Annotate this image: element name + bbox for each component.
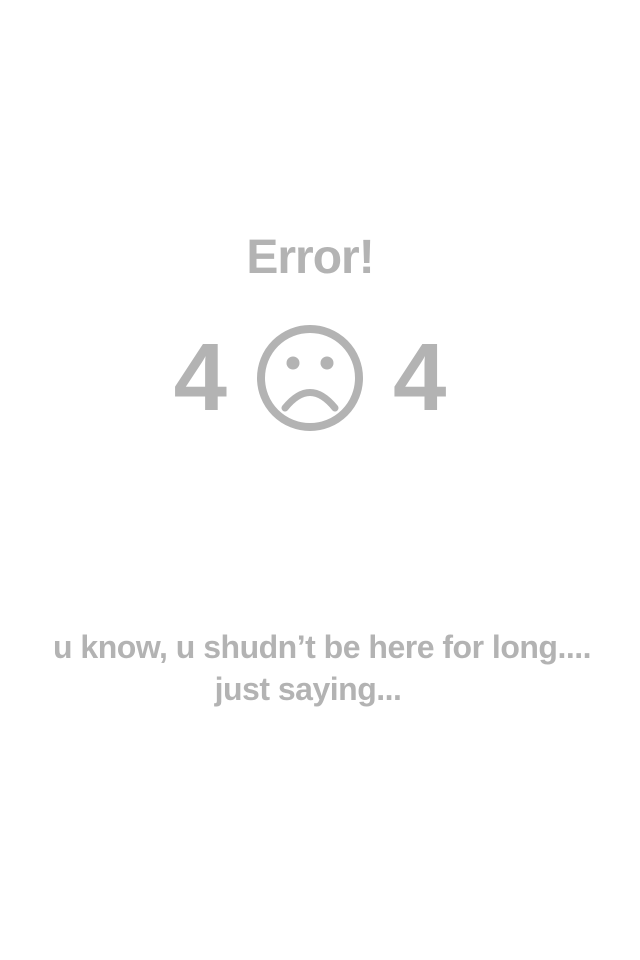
error-message-line-1: u know, u shudn’t be here for long.... <box>52 629 592 665</box>
error-code-digit-left: 4 <box>173 324 227 431</box>
error-page: Error! 4 4 u know, u shudn’t be here for… <box>0 0 640 960</box>
error-code-digit-right: 4 <box>393 324 447 431</box>
error-code: 4 4 <box>0 322 620 434</box>
error-message-line-2: just saying... <box>214 671 402 707</box>
error-title: Error! <box>246 231 374 284</box>
error-message: u know, u shudn’t be here for long.... j… <box>0 626 640 710</box>
sad-face-icon <box>257 325 363 431</box>
